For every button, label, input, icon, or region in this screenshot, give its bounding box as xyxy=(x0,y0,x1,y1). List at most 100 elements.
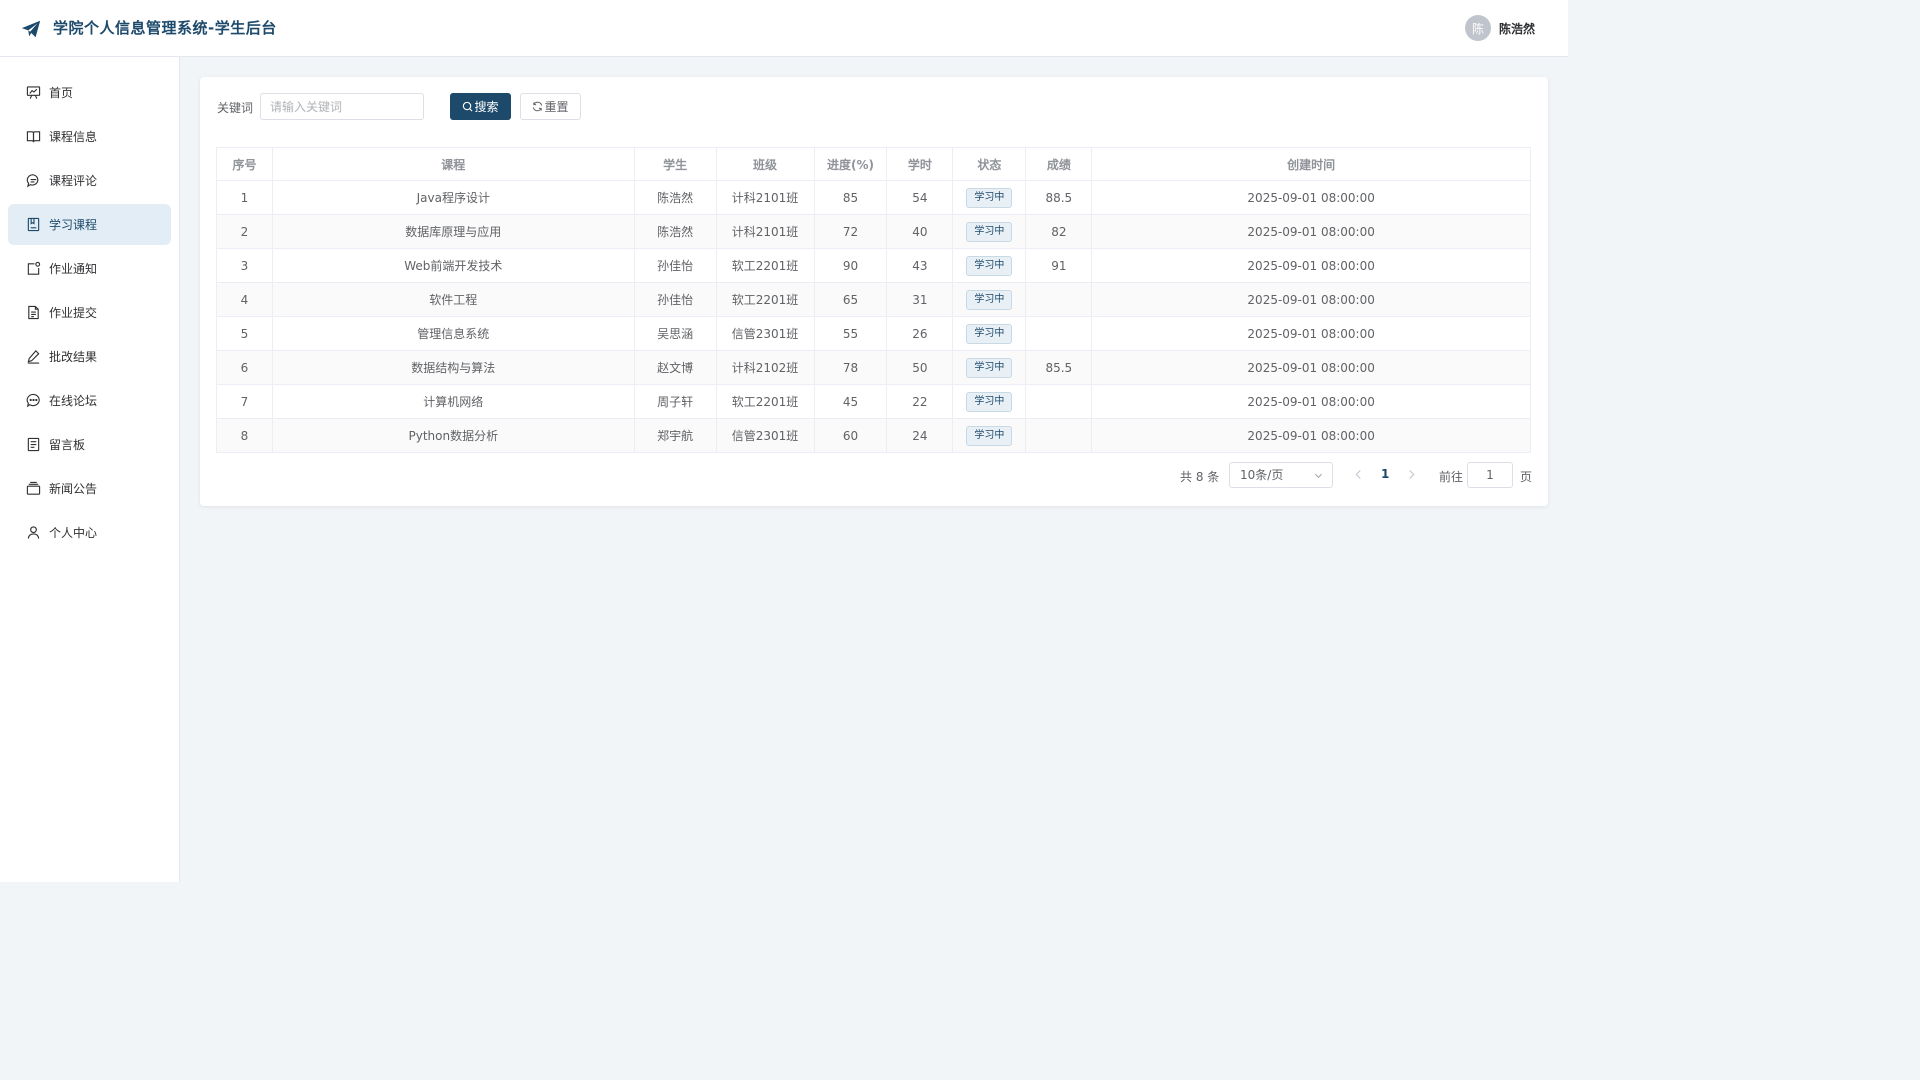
table-header-row: 序号 课程 学生 班级 进度(%) 学时 状态 成绩 创建时间 xyxy=(216,147,1531,181)
cell-score xyxy=(1025,282,1093,317)
cell-hours: 26 xyxy=(886,316,954,351)
cell-score xyxy=(1025,418,1093,453)
status-badge: 学习中 xyxy=(966,357,1013,378)
sidebar-item-label: 课程信息 xyxy=(49,130,98,144)
table-row[interactable]: 6 数据结构与算法 赵文博 计科2102班 78 50 学习中 85.5 202… xyxy=(216,350,1531,385)
sidebar-item-online-forum[interactable]: 在线论坛 xyxy=(8,380,171,421)
sidebar: 首页 课程信息 课程评论 学习课程 作业通知 作业提交 批改结果 在线论坛 留言… xyxy=(0,57,180,882)
pagination: 共 8 条 10条/页 1 前往 页 xyxy=(200,461,1548,489)
sidebar-item-label: 留言板 xyxy=(49,438,86,452)
search-button[interactable]: 搜索 xyxy=(450,93,511,120)
status-badge: 学习中 xyxy=(966,187,1013,208)
cell-score: 91 xyxy=(1025,248,1093,283)
cell-status: 学习中 xyxy=(952,214,1027,249)
document-icon xyxy=(28,305,39,320)
cell-status: 学习中 xyxy=(952,316,1027,351)
cell-class: 信管2301班 xyxy=(715,316,815,351)
column-header[interactable]: 学生 xyxy=(633,147,717,181)
column-header[interactable]: 成绩 xyxy=(1025,147,1093,181)
cell-class: 软工2201班 xyxy=(715,248,815,283)
cell-score: 82 xyxy=(1025,214,1093,249)
cell-hours: 40 xyxy=(886,214,954,249)
table-row[interactable]: 4 软件工程 孙佳怡 软工2201班 65 31 学习中 2025-09-01 … xyxy=(216,282,1531,317)
cell-student: 郑宇航 xyxy=(633,418,717,453)
sidebar-item-course-comments[interactable]: 课程评论 xyxy=(8,160,171,201)
table-row[interactable]: 8 Python数据分析 郑宇航 信管2301班 60 24 学习中 2025-… xyxy=(216,418,1531,453)
user-name[interactable]: 陈浩然 xyxy=(1499,20,1535,37)
cell-created-time: 2025-09-01 08:00:00 xyxy=(1091,180,1531,215)
user-menu[interactable]: 陈 陈浩然 xyxy=(1464,15,1535,41)
column-header[interactable]: 序号 xyxy=(216,147,273,181)
sidebar-item-label: 新闻公告 xyxy=(49,482,98,496)
sidebar-item-course-info[interactable]: 课程信息 xyxy=(8,116,171,157)
edit-pen-icon xyxy=(27,350,40,364)
cell-progress: 90 xyxy=(813,248,888,283)
cell-created-time: 2025-09-01 08:00:00 xyxy=(1091,248,1531,283)
pagination-total: 共 8 条 xyxy=(1180,470,1220,484)
top-header: 学院个人信息管理系统-学生后台 陈 陈浩然 xyxy=(0,0,1568,57)
table-row[interactable]: 1 Java程序设计 陈浩然 计科2101班 85 54 学习中 88.5 20… xyxy=(216,180,1531,215)
cell-course: Java程序设计 xyxy=(271,180,635,215)
cell-class: 软工2201班 xyxy=(715,282,815,317)
cell-class: 计科2102班 xyxy=(715,350,815,385)
cell-index: 2 xyxy=(216,214,273,249)
memo-icon xyxy=(27,437,40,452)
column-header[interactable]: 进度(%) xyxy=(813,147,888,181)
sidebar-item-profile[interactable]: 个人中心 xyxy=(8,512,171,553)
cell-status: 学习中 xyxy=(952,418,1027,453)
reset-button-label: 重置 xyxy=(544,100,569,114)
cell-index: 5 xyxy=(216,316,273,351)
status-badge: 学习中 xyxy=(966,255,1013,276)
cell-status: 学习中 xyxy=(952,248,1027,283)
chevron-down-icon xyxy=(1314,473,1323,479)
cell-index: 4 xyxy=(216,282,273,317)
table-row[interactable]: 5 管理信息系统 吴思涵 信管2301班 55 26 学习中 2025-09-0… xyxy=(216,316,1531,351)
cell-created-time: 2025-09-01 08:00:00 xyxy=(1091,316,1531,351)
cell-course: 软件工程 xyxy=(271,282,635,317)
table-row[interactable]: 3 Web前端开发技术 孙佳怡 软工2201班 90 43 学习中 91 202… xyxy=(216,248,1531,283)
cell-score xyxy=(1025,384,1093,419)
search-icon xyxy=(463,101,473,112)
column-header[interactable]: 学时 xyxy=(886,147,954,181)
status-badge: 学习中 xyxy=(966,391,1013,412)
keyword-input[interactable] xyxy=(260,93,424,120)
cell-course: 数据结构与算法 xyxy=(271,350,635,385)
avatar[interactable]: 陈 xyxy=(1464,15,1491,41)
sidebar-item-homework-submit[interactable]: 作业提交 xyxy=(8,292,171,333)
cell-index: 8 xyxy=(216,418,273,453)
table-row[interactable]: 2 数据库原理与应用 陈浩然 计科2101班 72 40 学习中 82 2025… xyxy=(216,214,1531,249)
next-page-icon[interactable] xyxy=(1407,469,1416,480)
sidebar-item-homework-notice[interactable]: 作业通知 xyxy=(8,248,171,289)
column-header[interactable]: 状态 xyxy=(952,147,1027,181)
sidebar-item-study-courses[interactable]: 学习课程 xyxy=(8,204,171,245)
cell-hours: 31 xyxy=(886,282,954,317)
goto-page-input[interactable] xyxy=(1467,462,1513,488)
sidebar-item-label: 作业提交 xyxy=(49,306,98,320)
cell-progress: 60 xyxy=(813,418,888,453)
reset-button[interactable]: 重置 xyxy=(520,93,581,120)
cell-index: 6 xyxy=(216,350,273,385)
cell-index: 7 xyxy=(216,384,273,419)
cell-progress: 45 xyxy=(813,384,888,419)
table-row[interactable]: 7 计算机网络 周子轩 软工2201班 45 22 学习中 2025-09-01… xyxy=(216,384,1531,419)
cell-hours: 50 xyxy=(886,350,954,385)
sidebar-item-grading-results[interactable]: 批改结果 xyxy=(8,336,171,377)
column-header[interactable]: 班级 xyxy=(715,147,815,181)
cell-course: Python数据分析 xyxy=(271,418,635,453)
column-header[interactable]: 创建时间 xyxy=(1091,147,1531,181)
cell-student: 陈浩然 xyxy=(633,214,717,249)
dashboard-icon xyxy=(26,86,41,99)
page-size-select[interactable]: 10条/页 xyxy=(1229,462,1333,488)
cell-progress: 85 xyxy=(813,180,888,215)
prev-page-icon[interactable] xyxy=(1354,469,1363,480)
cell-class: 计科2101班 xyxy=(715,180,815,215)
sidebar-item-news[interactable]: 新闻公告 xyxy=(8,468,171,509)
cell-student: 孙佳怡 xyxy=(633,248,717,283)
sidebar-item-message-board[interactable]: 留言板 xyxy=(8,424,171,465)
cell-created-time: 2025-09-01 08:00:00 xyxy=(1091,282,1531,317)
cell-index: 3 xyxy=(216,248,273,283)
status-badge: 学习中 xyxy=(966,221,1013,242)
column-header[interactable]: 课程 xyxy=(271,147,635,181)
sidebar-item-home[interactable]: 首页 xyxy=(8,72,171,113)
page-number-current[interactable]: 1 xyxy=(1381,467,1389,481)
